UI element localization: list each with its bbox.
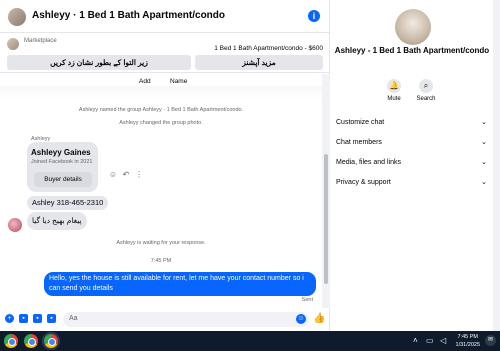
sent-status: Sent bbox=[301, 297, 313, 303]
message-input[interactable]: Aa ☺ bbox=[63, 312, 309, 327]
timestamp: 7:45 PM bbox=[150, 258, 172, 264]
chrome-icon[interactable] bbox=[44, 334, 58, 348]
plus-icon[interactable]: + bbox=[5, 314, 14, 323]
mark-pending-button[interactable]: زیر التوا کے بطور نشان زد کریں bbox=[7, 55, 191, 70]
listing-title[interactable]: 1 Bed 1 Bath Apartment/condo - $600 bbox=[214, 45, 323, 52]
section-label: Media, files and links bbox=[336, 159, 401, 166]
message-placeholder: Aa bbox=[69, 315, 78, 322]
search-icon[interactable]: ⌕ bbox=[419, 79, 433, 93]
marketplace-bar: Marketplace 1 Bed 1 Bath Apartment/condo… bbox=[0, 33, 330, 73]
react-icon[interactable]: ☺ bbox=[108, 170, 118, 180]
system-clock[interactable]: 7:45 PM 1/31/2025 bbox=[456, 333, 480, 349]
section-chat-members[interactable]: Chat members ⌄ bbox=[336, 136, 487, 150]
chat-pane: Ashleyy · 1 Bed 1 Bath Apartment/condo i… bbox=[0, 0, 330, 331]
add-column-label: Add bbox=[139, 78, 151, 85]
chat-title[interactable]: Ashleyy · 1 Bed 1 Bath Apartment/condo bbox=[32, 10, 225, 21]
chevron-down-icon: ⌄ bbox=[481, 179, 487, 186]
marketplace-label: Marketplace bbox=[24, 38, 57, 44]
divider bbox=[0, 86, 322, 100]
buyer-details-button[interactable]: Buyer details bbox=[34, 172, 92, 187]
waiting-notice: Ashleyy is waiting for your response. bbox=[116, 240, 206, 246]
section-media-files[interactable]: Media, files and links ⌄ bbox=[336, 156, 487, 170]
info-scrollbar[interactable] bbox=[493, 0, 500, 331]
sender-avatar[interactable] bbox=[8, 218, 22, 232]
buyer-card: Ashleyy Gaines Joined Facebook in 2021 B… bbox=[27, 142, 98, 192]
chat-header: Ashleyy · 1 Bed 1 Bath Apartment/condo i bbox=[0, 0, 330, 33]
chevron-down-icon: ⌄ bbox=[481, 159, 487, 166]
name-column-label: Name bbox=[170, 78, 188, 85]
search-label: Search bbox=[416, 96, 436, 102]
group-photo[interactable] bbox=[395, 9, 431, 45]
chrome-icon[interactable] bbox=[24, 334, 38, 348]
chevron-down-icon: ⌄ bbox=[481, 139, 487, 146]
section-label: Customize chat bbox=[336, 119, 385, 126]
info-icon[interactable]: i bbox=[308, 10, 320, 22]
more-icon[interactable]: ⋮ bbox=[134, 170, 144, 180]
mute-label: Mute bbox=[387, 96, 401, 102]
info-title: Ashleyy - 1 Bed 1 Bath Apartment/condo bbox=[334, 46, 490, 55]
clock-date: 1/31/2025 bbox=[455, 342, 480, 348]
buyer-joined: Joined Facebook in 2021 bbox=[31, 159, 93, 165]
scrollbar-thumb[interactable] bbox=[324, 154, 328, 284]
message-actions: ☺ ↶ ⋮ bbox=[108, 164, 147, 179]
incoming-message[interactable]: پیغام بھیج دیا گیا bbox=[27, 212, 87, 230]
system-message: Ashleyy changed the group photo. bbox=[119, 120, 203, 126]
volume-icon[interactable]: ◁ bbox=[440, 336, 446, 345]
chat-info-pane: Ashleyy - 1 Bed 1 Bath Apartment/condo 🔔… bbox=[331, 0, 493, 331]
mute-action[interactable]: 🔔 Mute bbox=[379, 79, 409, 102]
buyer-name[interactable]: Ashleyy Gaines bbox=[31, 148, 91, 157]
camera-icon[interactable]: ▪ bbox=[19, 314, 28, 323]
taskbar: ˄ ▭ ◁ 7:45 PM 1/31/2025 ✉ bbox=[0, 331, 500, 351]
incoming-message[interactable]: Ashley 318-465-2310 bbox=[27, 196, 109, 210]
emoji-icon[interactable]: ☺ bbox=[296, 314, 306, 324]
chevron-down-icon: ⌄ bbox=[481, 119, 487, 126]
clock-time: 7:45 PM bbox=[457, 334, 478, 340]
search-action[interactable]: ⌕ Search bbox=[411, 79, 441, 102]
like-icon[interactable]: 👍 bbox=[313, 313, 325, 324]
sticker-icon[interactable]: ▪ bbox=[33, 314, 42, 323]
section-customize-chat[interactable]: Customize chat ⌄ bbox=[336, 116, 487, 130]
section-label: Privacy & support bbox=[336, 179, 391, 186]
reply-icon[interactable]: ↶ bbox=[121, 170, 131, 180]
system-message: Ashleyy named the group Ashleyy · 1 Bed … bbox=[78, 107, 244, 113]
network-icon[interactable]: ▭ bbox=[426, 336, 434, 345]
section-label: Chat members bbox=[336, 139, 382, 146]
composer: + ▪ ▪ ▪ Aa ☺ 👍 bbox=[0, 309, 330, 331]
bell-icon[interactable]: 🔔 bbox=[387, 79, 401, 93]
gif-icon[interactable]: ▪ bbox=[47, 314, 56, 323]
outgoing-message[interactable]: Hello, yes the house is still available … bbox=[44, 272, 316, 296]
notification-icon[interactable]: ✉ bbox=[485, 335, 496, 346]
listing-thumbnail[interactable] bbox=[7, 38, 19, 50]
message-list[interactable]: Add Name Ashleyy named the group Ashleyy… bbox=[0, 74, 322, 308]
chrome-icon[interactable] bbox=[4, 334, 18, 348]
group-avatar[interactable] bbox=[8, 8, 26, 26]
chat-scrollbar[interactable] bbox=[322, 74, 330, 308]
section-privacy-support[interactable]: Privacy & support ⌄ bbox=[336, 176, 487, 190]
more-options-button[interactable]: مزید آپشنز bbox=[195, 55, 323, 70]
chevron-up-icon[interactable]: ˄ bbox=[413, 336, 418, 345]
